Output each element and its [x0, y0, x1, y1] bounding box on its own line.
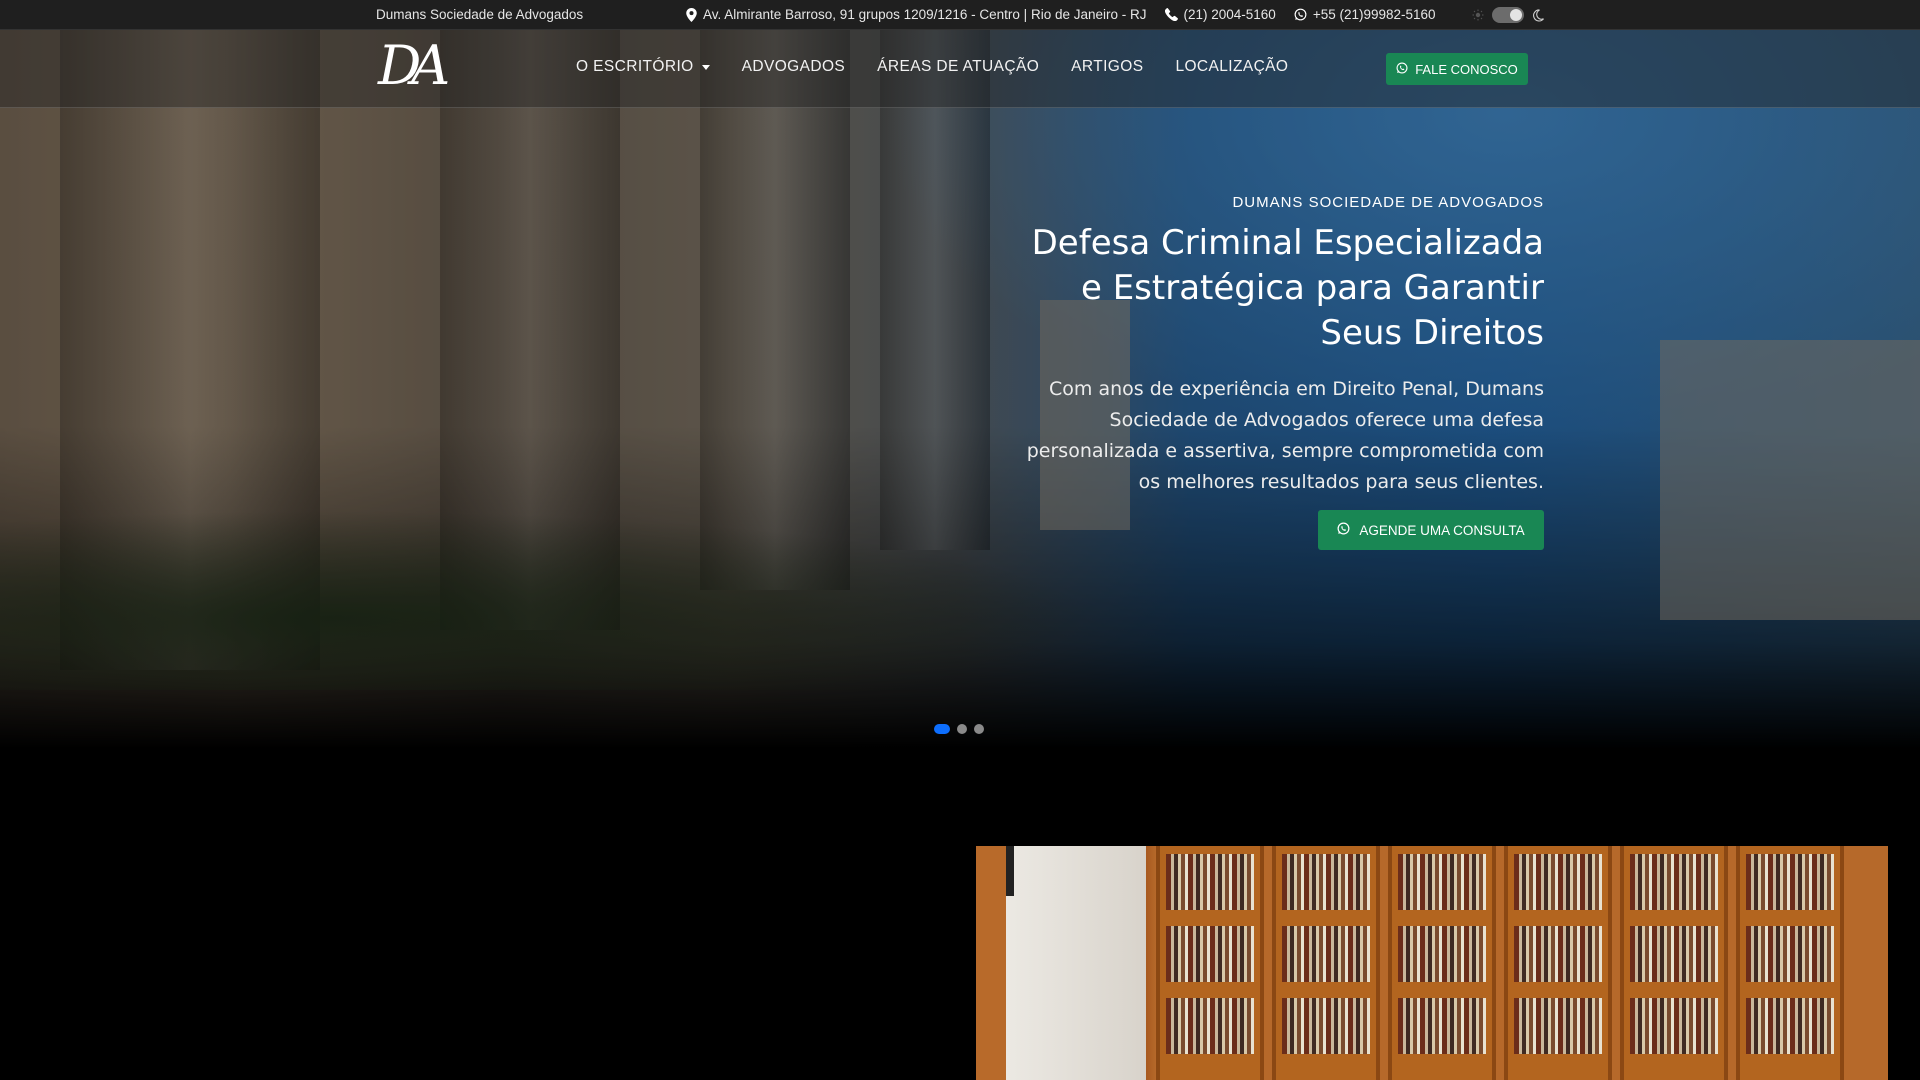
nav-item-areas[interactable]: ÁREAS DE ATUAÇÃO	[877, 58, 1039, 76]
carousel-indicator-3[interactable]	[974, 724, 984, 734]
library-picture-frame	[1006, 846, 1014, 896]
moon-icon	[1532, 8, 1544, 22]
bookcase	[1620, 846, 1728, 1080]
bookcase	[1272, 846, 1380, 1080]
nav-item-label: LOCALIZAÇÃO	[1175, 58, 1289, 75]
bookcase	[1388, 846, 1496, 1080]
caret-down-icon	[701, 64, 710, 70]
topbar-brand: Dumans Sociedade de Advogados	[376, 7, 584, 22]
main-navbar: DA O ESCRITÓRIO ADVOGADOS ÁREAS DE ATUAÇ…	[0, 30, 1920, 108]
theme-switch[interactable]	[1492, 7, 1524, 23]
bookcase	[1736, 846, 1844, 1080]
nav-item-escritorio[interactable]: O ESCRITÓRIO	[576, 58, 710, 76]
contact-button[interactable]: FALE CONOSCO	[1386, 53, 1528, 85]
nav-item-localizacao[interactable]: LOCALIZAÇÃO	[1175, 58, 1288, 76]
phone-icon	[1164, 8, 1178, 21]
bookcase	[1504, 846, 1612, 1080]
sun-icon	[1472, 9, 1484, 21]
contact-info: Av. Almirante Barroso, 91 grupos 1209/12…	[686, 7, 1436, 22]
bookcase	[1156, 846, 1264, 1080]
theme-toggle[interactable]	[1472, 7, 1544, 23]
nav-item-advogados[interactable]: ADVOGADOS	[742, 58, 846, 76]
nav-item-label: ÁREAS DE ATUAÇÃO	[877, 58, 1040, 75]
library-wall	[1006, 846, 1146, 1080]
schedule-consultation-button[interactable]: AGENDE UMA CONSULTA	[1318, 510, 1544, 550]
nav-item-label: O ESCRITÓRIO	[576, 58, 694, 75]
nav-menu: O ESCRITÓRIO ADVOGADOS ÁREAS DE ATUAÇÃO …	[576, 58, 1288, 76]
hero-eyebrow: DUMANS SOCIEDADE DE ADVOGADOS	[1232, 194, 1544, 211]
phone-text: (21) 2004-5160	[1183, 7, 1276, 22]
carousel-indicators	[934, 724, 984, 734]
schedule-button-label: AGENDE UMA CONSULTA	[1359, 522, 1525, 538]
whatsapp-icon	[1337, 522, 1350, 538]
carousel-indicator-1[interactable]	[934, 724, 950, 734]
address-link[interactable]: Av. Almirante Barroso, 91 grupos 1209/12…	[686, 7, 1147, 22]
whatsapp-link[interactable]: +55 (21)99982-5160	[1294, 7, 1436, 22]
hero-content: DUMANS SOCIEDADE DE ADVOGADOS Defesa Cri…	[1004, 194, 1544, 550]
phone-link[interactable]: (21) 2004-5160	[1164, 7, 1276, 22]
nav-item-label: ADVOGADOS	[741, 58, 846, 75]
address-text: Av. Almirante Barroso, 91 grupos 1209/12…	[703, 7, 1147, 22]
hero-headline: Defesa Criminal Especializada e Estratég…	[1031, 223, 1544, 353]
hero-carousel	[0, 30, 1920, 750]
top-info-bar: Dumans Sociedade de Advogados Av. Almira…	[0, 0, 1920, 30]
hero-overlay	[0, 30, 1920, 750]
map-pin-icon	[686, 7, 697, 22]
hero-lead: Com anos de experiência em Direito Penal…	[1026, 378, 1544, 493]
site-logo[interactable]: DA	[378, 36, 450, 96]
whatsapp-text: +55 (21)99982-5160	[1312, 7, 1436, 22]
whatsapp-icon	[1396, 61, 1408, 77]
nav-item-label: ARTIGOS	[1071, 58, 1144, 75]
whatsapp-icon	[1294, 8, 1307, 21]
carousel-indicator-2[interactable]	[957, 724, 967, 734]
nav-item-artigos[interactable]: ARTIGOS	[1071, 58, 1143, 76]
contact-button-label: FALE CONOSCO	[1415, 61, 1518, 77]
library-photo	[976, 846, 1888, 1080]
